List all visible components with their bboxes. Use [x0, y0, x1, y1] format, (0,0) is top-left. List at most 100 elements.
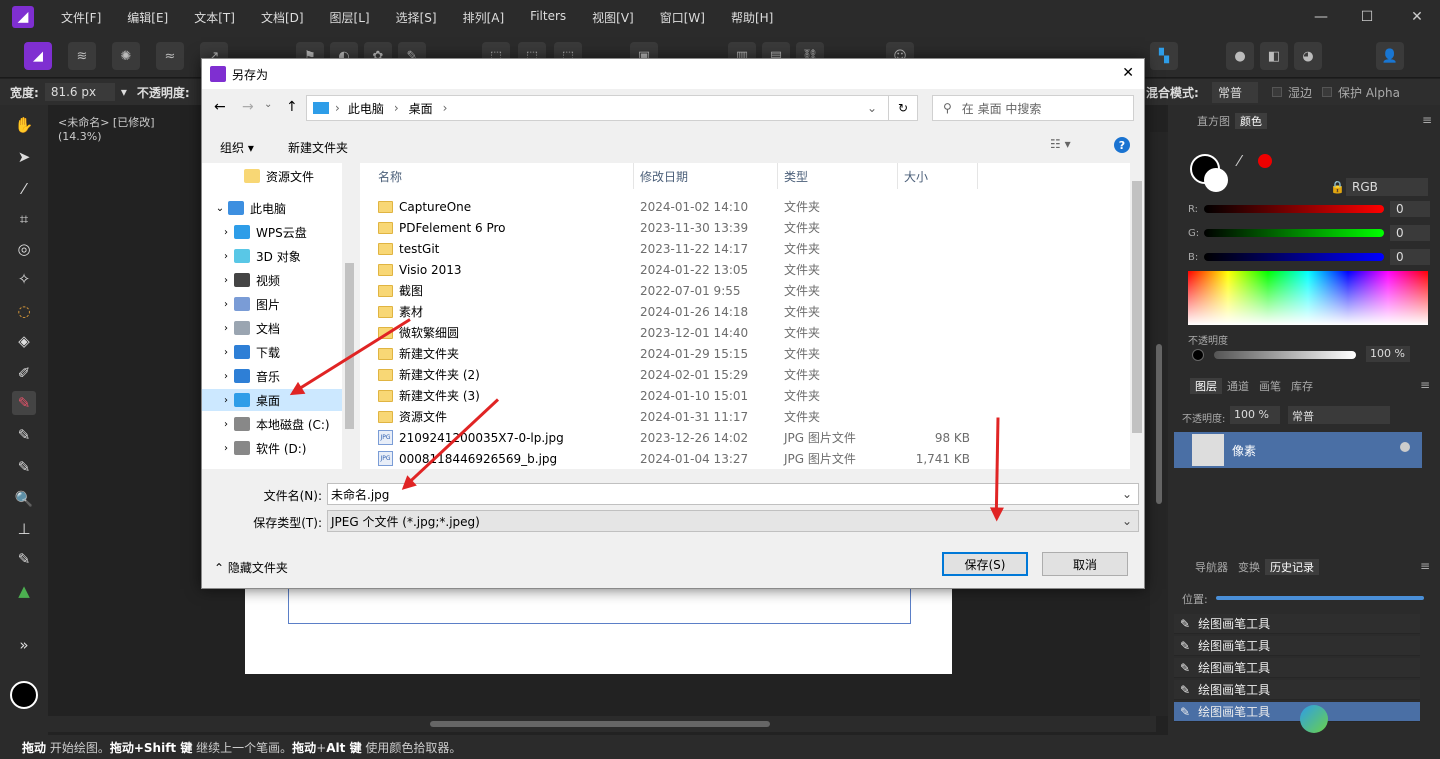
- layer-visibility-icon[interactable]: [1400, 442, 1410, 452]
- layer-blend-select[interactable]: 常普: [1288, 406, 1390, 424]
- panel-menu-icon[interactable]: ≡: [1422, 113, 1432, 127]
- pixel-tool-icon[interactable]: ✐: [12, 361, 36, 385]
- breadcrumb-folder[interactable]: 桌面: [409, 100, 433, 117]
- menu-item[interactable]: Filters: [517, 9, 579, 26]
- expand-right-icon[interactable]: ›: [218, 443, 234, 454]
- width-field[interactable]: 81.6 px: [44, 83, 115, 101]
- tab-channels[interactable]: 通道: [1222, 378, 1254, 394]
- user-account-icon[interactable]: 👤: [1376, 42, 1404, 70]
- blue-slider[interactable]: [1204, 253, 1384, 261]
- green-slider[interactable]: [1204, 229, 1384, 237]
- expand-right-icon[interactable]: ›: [218, 299, 234, 310]
- menu-item[interactable]: 文档[D]: [248, 9, 317, 26]
- tab-histogram[interactable]: 直方图: [1192, 113, 1235, 129]
- nav-item[interactable]: ⌄ 此电脑: [202, 197, 342, 219]
- protect-alpha-checkbox[interactable]: [1322, 87, 1332, 97]
- primary-color-swatch[interactable]: [10, 681, 38, 709]
- opacity-value-field[interactable]: 100 %: [1366, 346, 1410, 362]
- maximize-icon[interactable]: ☐: [1344, 0, 1390, 34]
- address-dropdown-icon[interactable]: ⌄: [867, 101, 877, 115]
- lock-icon[interactable]: 🔒: [1330, 180, 1345, 194]
- column-name[interactable]: 名称: [372, 163, 634, 189]
- cancel-button[interactable]: 取消: [1042, 552, 1128, 576]
- expand-right-icon[interactable]: ›: [218, 275, 234, 286]
- dodge-brush-icon[interactable]: ✎: [12, 423, 36, 447]
- save-button[interactable]: 保存(S): [942, 552, 1028, 576]
- nav-item[interactable]: › 本地磁盘 (C:): [202, 413, 342, 435]
- layers-menu-icon[interactable]: ≡: [1420, 378, 1430, 392]
- retouch-brush-icon[interactable]: ✎: [12, 547, 36, 571]
- expand-right-icon[interactable]: ›: [218, 227, 234, 238]
- magic-wand-icon[interactable]: ✧: [12, 267, 36, 291]
- refresh-icon[interactable]: ↻: [888, 95, 918, 121]
- file-row[interactable]: 微软繁细圆 2023-12-01 14:40 文件夹: [378, 322, 958, 343]
- move-tool-icon[interactable]: ➤: [12, 145, 36, 169]
- column-type[interactable]: 类型: [778, 163, 898, 189]
- shape-tool-icon[interactable]: ▲: [12, 579, 36, 603]
- eyedropper-icon[interactable]: ⁄: [1238, 152, 1241, 170]
- file-row[interactable]: CaptureOne 2024-01-02 14:10 文件夹: [378, 196, 958, 217]
- photo-persona-icon[interactable]: ◢: [24, 42, 52, 70]
- studio-swap-icon[interactable]: ◧: [1260, 42, 1288, 70]
- filetype-dropdown-icon[interactable]: ⌄: [1122, 514, 1132, 528]
- menu-item[interactable]: 视图[V]: [579, 9, 647, 26]
- tab-layers[interactable]: 图层: [1190, 378, 1222, 394]
- expand-right-icon[interactable]: ›: [218, 371, 234, 382]
- blend-mode-select[interactable]: 常普: [1212, 81, 1258, 103]
- tab-navigator[interactable]: 导航器: [1190, 559, 1233, 575]
- clone-brush-icon[interactable]: ✎: [12, 455, 36, 479]
- hide-folders-toggle[interactable]: ⌃ 隐藏文件夹: [214, 559, 288, 576]
- file-row[interactable]: 新建文件夹 2024-01-29 15:15 文件夹: [378, 343, 958, 364]
- dialog-close-icon[interactable]: ✕: [1122, 65, 1134, 81]
- snapping-icon[interactable]: ▚: [1150, 42, 1178, 70]
- color-picker-icon[interactable]: ⁄: [12, 177, 36, 201]
- expand-right-icon[interactable]: ›: [218, 347, 234, 358]
- filename-dropdown-icon[interactable]: ⌄: [1122, 487, 1132, 501]
- tab-stock[interactable]: 库存: [1286, 378, 1318, 394]
- picked-color-swatch[interactable]: [1258, 154, 1272, 168]
- layer-opacity-field[interactable]: 100 %: [1230, 406, 1280, 424]
- nav-scrollbar[interactable]: [342, 163, 357, 469]
- filetype-select[interactable]: JPEG 个文件 (*.jpg;*.jpeg) ⌄: [327, 510, 1139, 532]
- horizontal-scroll-thumb[interactable]: [430, 721, 770, 727]
- menu-item[interactable]: 文本[T]: [181, 9, 248, 26]
- menu-item[interactable]: 编辑[E]: [114, 9, 181, 26]
- history-menu-icon[interactable]: ≡: [1420, 559, 1430, 573]
- file-row[interactable]: PDFelement 6 Pro 2023-11-30 13:39 文件夹: [378, 217, 958, 238]
- more-tools-icon[interactable]: »: [12, 633, 36, 657]
- column-date[interactable]: 修改日期: [634, 163, 778, 189]
- address-bar[interactable]: › 此电脑 › 桌面 › ⌄: [306, 95, 918, 121]
- wet-edges-checkbox[interactable]: [1272, 87, 1282, 97]
- nav-item[interactable]: › 3D 对象: [202, 245, 342, 267]
- file-row[interactable]: JPG 0008118446926569_b.jpg 2024-01-04 13:2…: [378, 448, 970, 469]
- flood-fill-icon[interactable]: ◈: [12, 329, 36, 353]
- view-options-icon[interactable]: ☷ ▾: [1050, 137, 1071, 151]
- up-arrow-icon[interactable]: ↑: [286, 99, 298, 115]
- file-row[interactable]: testGit 2023-11-22 14:17 文件夹: [378, 238, 958, 259]
- menu-item[interactable]: 排列[A]: [450, 9, 518, 26]
- forward-arrow-icon[interactable]: →: [242, 99, 254, 115]
- file-row[interactable]: 截图 2022-07-01 9:55 文件夹: [378, 280, 958, 301]
- document-tab[interactable]: <未命名> [已修改] (14.3%): [48, 110, 208, 143]
- breadcrumb-root[interactable]: 此电脑: [348, 100, 384, 117]
- nav-item[interactable]: › 桌面: [202, 389, 342, 411]
- menu-item[interactable]: 窗口[W]: [647, 9, 718, 26]
- stamp-tool-icon[interactable]: ⊥: [12, 517, 36, 541]
- file-row[interactable]: 素材 2024-01-26 14:18 文件夹: [378, 301, 958, 322]
- nav-item[interactable]: › 视频: [202, 269, 342, 291]
- stroke-color-swatch[interactable]: [1204, 168, 1228, 192]
- tab-brushes[interactable]: 画笔: [1254, 378, 1286, 394]
- history-item[interactable]: ✎ 绘图画笔工具: [1174, 680, 1420, 700]
- menu-item[interactable]: 帮助[H]: [718, 9, 786, 26]
- nav-item[interactable]: › 下载: [202, 341, 342, 363]
- nav-item[interactable]: › 图片: [202, 293, 342, 315]
- tone-mapping-persona-icon[interactable]: ≈: [156, 42, 184, 70]
- file-row[interactable]: 新建文件夹 (2) 2024-02-01 15:29 文件夹: [378, 364, 958, 385]
- selection-brush-icon[interactable]: ◎: [12, 237, 36, 261]
- paint-brush-icon[interactable]: ✎: [12, 391, 36, 415]
- expand-right-icon[interactable]: ›: [218, 323, 234, 334]
- minimize-icon[interactable]: —: [1298, 0, 1344, 34]
- file-row[interactable]: 新建文件夹 (3) 2024-01-10 15:01 文件夹: [378, 385, 958, 406]
- vertical-scrollbar[interactable]: [1150, 132, 1168, 716]
- expand-down-icon[interactable]: ⌄: [212, 203, 228, 214]
